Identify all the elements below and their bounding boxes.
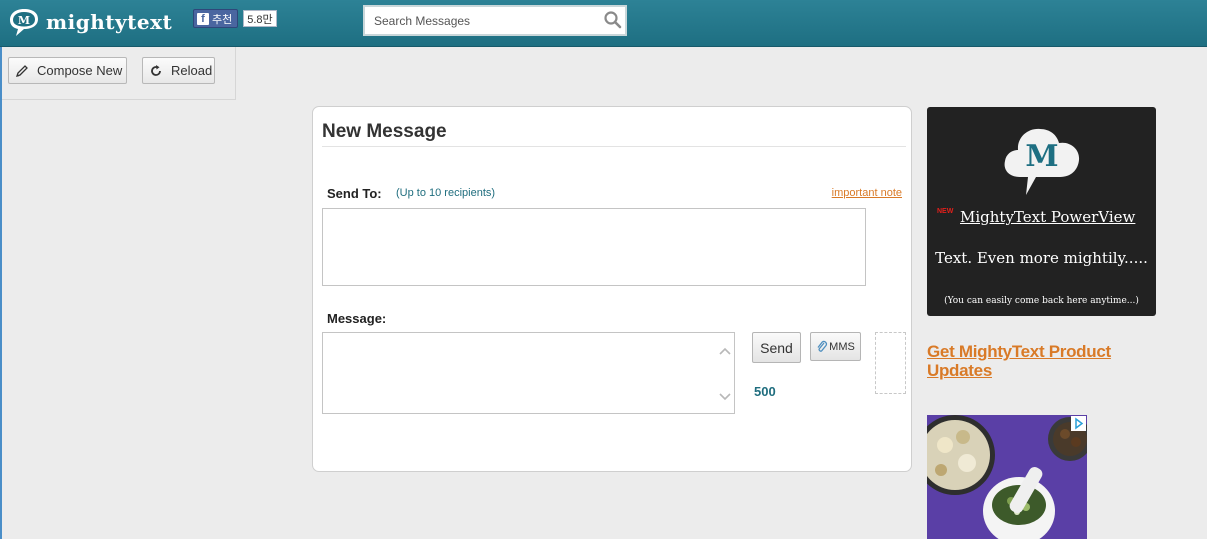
svg-text:M: M — [18, 14, 30, 27]
facebook-like-count: 5.8만 — [243, 10, 277, 27]
ad-photo — [927, 415, 1087, 539]
important-note-link[interactable]: important note — [832, 187, 902, 199]
attachment-drop-zone[interactable] — [875, 332, 906, 394]
facebook-like-button[interactable]: f 추천 — [193, 9, 239, 28]
mms-label: MMS — [829, 340, 855, 353]
mightytext-cloud-logo-icon: M — [1004, 128, 1080, 195]
page-title: New Message — [322, 121, 447, 142]
new-message-panel: New Message Send To: (Up to 10 recipient… — [312, 106, 912, 472]
search-input[interactable] — [374, 12, 594, 30]
product-updates-link[interactable]: Get MightyText Product Updates — [927, 342, 1127, 380]
facebook-like-label: 추천 — [212, 13, 233, 26]
logo-text: mightytext — [46, 10, 173, 34]
message-label: Message: — [327, 311, 387, 326]
refresh-icon — [151, 64, 161, 76]
powerview-link[interactable]: MightyText PowerView — [960, 208, 1135, 226]
recipients-input[interactable] — [322, 208, 866, 286]
search-box — [363, 5, 627, 36]
adchoices-icon[interactable] — [1071, 416, 1086, 431]
recipients-hint: (Up to 10 recipients) — [396, 187, 496, 199]
message-input[interactable] — [323, 333, 713, 411]
powerview-promo: M NEW MightyText PowerView Text. Even mo… — [927, 107, 1156, 316]
facebook-like-widget: f 추천 5.8만 — [193, 9, 277, 28]
search-icon[interactable] — [603, 10, 623, 30]
title-divider — [322, 146, 906, 147]
mms-button[interactable]: MMS — [810, 332, 861, 361]
reload-label: Reload — [171, 63, 213, 78]
send-to-label: Send To: — [327, 186, 382, 201]
message-box — [322, 332, 735, 414]
promo-logo-letter: M — [1025, 139, 1058, 174]
toolbar: Compose New Reload — [2, 47, 236, 100]
character-counter: 500 — [754, 384, 776, 399]
reload-button[interactable]: Reload — [142, 57, 215, 84]
promo-tagline: Text. Even more mightily..... — [935, 249, 1148, 267]
top-header: M mightytext f 추천 5.8만 — [0, 0, 1207, 47]
compose-new-label: Compose New — [37, 63, 123, 78]
paperclip-icon — [817, 340, 828, 352]
compose-new-button[interactable]: Compose New — [8, 57, 127, 84]
mightytext-logo[interactable]: M mightytext — [8, 7, 172, 37]
pencil-icon — [15, 64, 28, 77]
promo-small-note: (You can easily come back here anytime..… — [944, 296, 1139, 306]
scroll-down-icon[interactable] — [718, 389, 732, 403]
speech-bubble-logo-icon: M — [10, 9, 38, 36]
window-left-edge — [0, 47, 2, 539]
scroll-up-icon[interactable] — [718, 345, 732, 359]
new-badge: NEW — [937, 208, 954, 215]
advertisement-image[interactable] — [927, 415, 1087, 539]
send-button[interactable]: Send — [752, 332, 801, 363]
facebook-icon: f — [197, 12, 209, 25]
